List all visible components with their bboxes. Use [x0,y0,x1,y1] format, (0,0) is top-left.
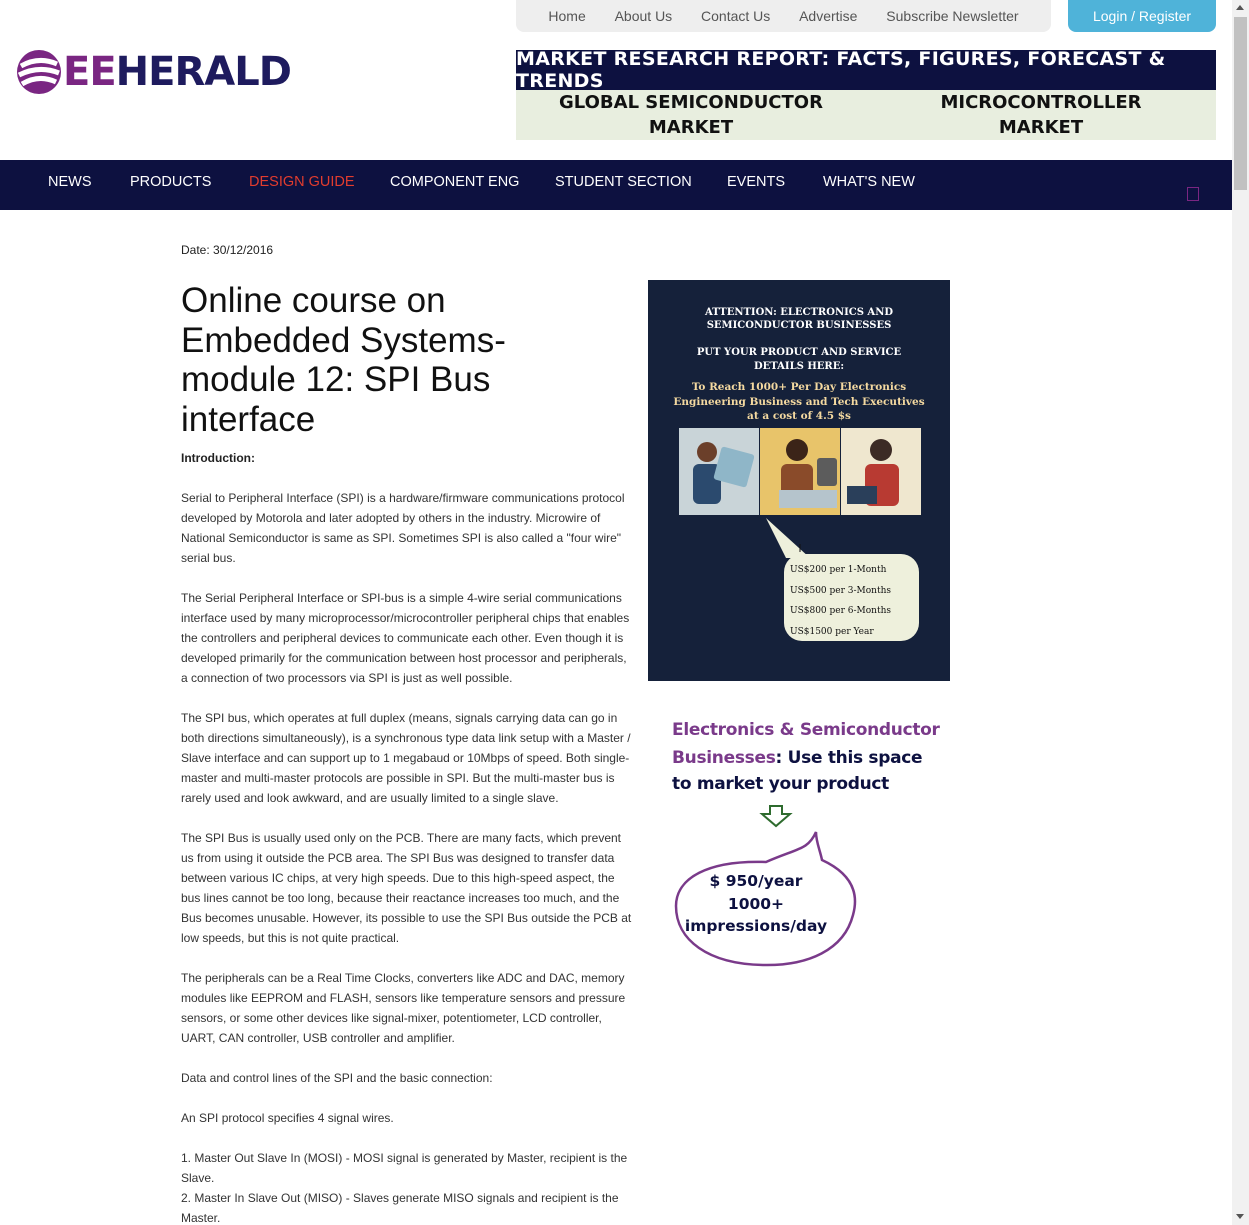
price-item: US$200 per 1-Month [790,565,887,575]
nav-events[interactable]: EVENTS [727,160,785,210]
eeherald-logo[interactable]: EEHERALD [15,48,292,96]
article-paragraph: The peripherals can be a Real Time Clock… [181,971,626,1045]
vertical-scrollbar[interactable] [1232,0,1249,1225]
scrollbar-thumb[interactable] [1234,17,1247,190]
article-body: Introduction: Serial to Peripheral Inter… [181,448,633,1225]
list-item: 1. Master Out Slave In (MOSI) - MOSI sig… [181,1151,628,1185]
search-icon[interactable] [1187,187,1199,201]
topnav-about-us[interactable]: About Us [615,8,673,24]
ad-line-1: Electronics & Semiconductor [672,720,940,740]
price-list-bubble: US$200 per 1-Month US$500 per 3-Months U… [784,554,919,641]
topnav-advertise[interactable]: Advertise [799,8,857,24]
scroll-up-arrow-icon[interactable] [1236,5,1244,10]
page: EEHERALD Home About Us Contact Us Advert… [0,0,1249,1225]
ad-put-text: PUT YOUR PRODUCT AND SERVICE DETAILS HERE… [696,347,902,372]
ad-bubble-text: $ 950/year 1000+ impressions/day [684,872,828,935]
article-paragraph: Data and control lines of the SPI and th… [181,1071,493,1085]
banner-link-microcontroller[interactable]: MICROCONTROLLER MARKET [866,90,1216,140]
list-item: 2. Master In Slave Out (MISO) - Slaves g… [181,1191,619,1225]
ad-line-2: Businesses: Use this space [672,748,923,768]
eeherald-logo-icon [17,50,61,94]
nav-design-guide[interactable]: DESIGN GUIDE [249,160,355,210]
article-paragraph: An SPI protocol specifies 4 signal wires… [181,1111,394,1125]
article-paragraph: The SPI bus, which operates at full dupl… [181,711,631,805]
topnav-contact-us[interactable]: Contact Us [701,8,770,24]
ad-attention-text: ATTENTION: ELECTRONICS AND SEMICONDUCTOR … [704,307,894,331]
price-item: US$500 per 3-Months [790,585,891,596]
banner-title: MARKET RESEARCH REPORT: FACTS, FIGURES, … [516,48,1216,92]
banner-link-global-semiconductor[interactable]: GLOBAL SEMICONDUCTOR MARKET [516,90,866,140]
price-bubble-tail [766,518,810,558]
nav-student-section[interactable]: STUDENT SECTION [555,160,692,210]
topnav-subscribe-newsletter[interactable]: Subscribe Newsletter [886,8,1018,24]
nav-news[interactable]: NEWS [48,160,92,210]
people-with-devices-illustration [679,428,921,515]
topnav-home[interactable]: Home [548,8,585,24]
nav-component-eng[interactable]: COMPONENT ENG [390,160,519,210]
top-navigation: Home About Us Contact Us Advertise Subsc… [516,0,1051,32]
logo-text: EEHERALD [63,49,292,95]
nav-products[interactable]: PRODUCTS [130,160,211,210]
login-register-button[interactable]: Login / Register [1068,0,1216,32]
price-item: US$1500 per Year [790,626,874,637]
main-navigation: NEWS PRODUCTS DESIGN GUIDE COMPONENT ENG… [0,160,1232,210]
advertise-ad-panel[interactable]: ATTENTION: ELECTRONICS AND SEMICONDUCTOR … [648,280,950,681]
article-date: Date: 30/12/2016 [181,243,274,257]
nav-whats-new[interactable]: WHAT'S NEW [823,160,915,210]
advertise-space-ad[interactable]: Electronics & Semiconductor Businesses: … [648,710,950,980]
article-paragraph: The Serial Peripheral Interface or SPI-b… [181,591,630,685]
banner-links: GLOBAL SEMICONDUCTOR MARKET MICROCONTROLL… [516,90,1216,140]
article-paragraph: The SPI Bus is usually used only on the … [181,831,632,945]
ad-line-3: to market your product [672,774,889,794]
intro-heading: Introduction: [181,451,255,465]
price-item: US$800 per 6-Months [790,606,891,616]
article-paragraph: Serial to Peripheral Interface (SPI) is … [181,491,625,565]
market-research-banner[interactable]: MARKET RESEARCH REPORT: FACTS, FIGURES, … [516,48,1216,140]
page-title: Online course on Embedded Systems-module… [181,281,506,439]
ad-reach-text: To Reach 1000+ Per Day Electronics Engine… [673,381,925,422]
scroll-down-arrow-icon[interactable] [1236,1214,1244,1219]
